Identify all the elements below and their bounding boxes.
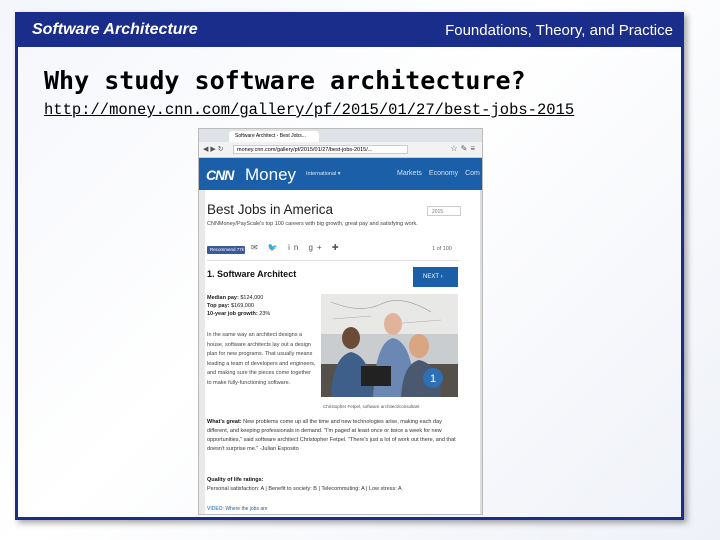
stat-value: $169,000 [231, 303, 254, 309]
next-label: NEXT [423, 274, 439, 280]
slide-header: Software Architecture Foundations, Theor… [18, 15, 681, 47]
quality-text: Personal satisfaction: A | Benefit to so… [207, 486, 402, 492]
right-edge [480, 190, 482, 514]
article-title: Best Jobs in America [207, 202, 334, 217]
stat-value: $124,000 [240, 295, 264, 301]
gallery-count: 1 of 100 [432, 246, 452, 252]
address-bar[interactable]: money.cnn.com/gallery/pf/2015/01/27/best… [233, 145, 408, 154]
article-photo[interactable]: 1 [321, 294, 458, 397]
next-button[interactable]: NEXT › [413, 267, 458, 287]
social-share-icons[interactable]: ✉ 🐦 in g+ ✚ [251, 243, 343, 252]
stat-label: 10-year job growth: [207, 311, 258, 317]
quality-ratings: Quality of life ratings: Personal satisfa… [207, 476, 462, 494]
stat-label: Median pay: [207, 295, 239, 301]
photo-badge: 1 [430, 373, 436, 385]
quality-label: Quality of life ratings: [207, 477, 264, 483]
job-title: 1. Software Architect [207, 269, 297, 279]
stat-label: Top pay: [207, 303, 230, 309]
photo-illustration: 1 [321, 294, 458, 397]
browser-tab[interactable]: Software Architect - Best Jobs... [229, 131, 319, 142]
whats-great: What's great: New problems come up all t… [207, 418, 462, 454]
browser-tab-bar: Software Architect - Best Jobs... [199, 129, 482, 142]
cnn-logo[interactable]: CNN [206, 167, 234, 183]
left-edge [199, 190, 205, 514]
nav-item-economy[interactable]: Economy [429, 170, 458, 177]
slide-title: Why study software architecture? [44, 66, 526, 95]
header-course-title: Software Architecture [32, 21, 198, 38]
site-nav: Markets Economy Com [397, 170, 482, 177]
article-subtitle: CNNMoney/PayScale's top 100 careers with… [207, 221, 418, 227]
stat-top-pay: Top pay: $169,000 [207, 302, 270, 310]
money-logo[interactable]: Money [245, 165, 296, 185]
facebook-recommend-button[interactable]: Recommend 77k [207, 246, 245, 254]
browser-toolbar: ◀▶↻ money.cnn.com/gallery/pf/2015/01/27/… [199, 142, 482, 158]
video-link[interactable]: VIDEO: Where the jobs are [207, 506, 268, 512]
nav-item-markets[interactable]: Markets [397, 170, 422, 177]
stat-job-growth: 10-year job growth: 23% [207, 310, 270, 318]
job-description: In the same way an architect designs a h… [207, 332, 316, 386]
edition-select[interactable]: International ▾ [306, 171, 341, 177]
toolbar-icons[interactable]: ☆✎≡ [450, 144, 478, 153]
nav-buttons-icon[interactable]: ◀▶↻ [203, 145, 226, 153]
whats-great-label: What's great: [207, 419, 242, 425]
browser-screenshot: Software Architect - Best Jobs... ◀▶↻ mo… [198, 128, 483, 515]
divider [207, 260, 459, 261]
job-stats: Median pay: $124,000 Top pay: $169,000 1… [207, 294, 270, 318]
header-subtitle: Foundations, Theory, and Practice [445, 22, 673, 39]
stat-value: 23% [259, 311, 271, 317]
year-select[interactable]: 2015 [427, 206, 461, 216]
site-header: CNN Money International ▾ Markets Economy… [199, 158, 482, 190]
stat-median-pay: Median pay: $124,000 [207, 294, 270, 302]
photo-caption: Christopher Fetpel, software architect/c… [323, 404, 420, 409]
source-link[interactable]: http://money.cnn.com/gallery/pf/2015/01/… [44, 101, 574, 119]
chevron-right-icon: › [440, 274, 443, 280]
nav-item-companies[interactable]: Com [465, 170, 480, 177]
whats-great-text: New problems come up all the time and ne… [207, 419, 456, 452]
